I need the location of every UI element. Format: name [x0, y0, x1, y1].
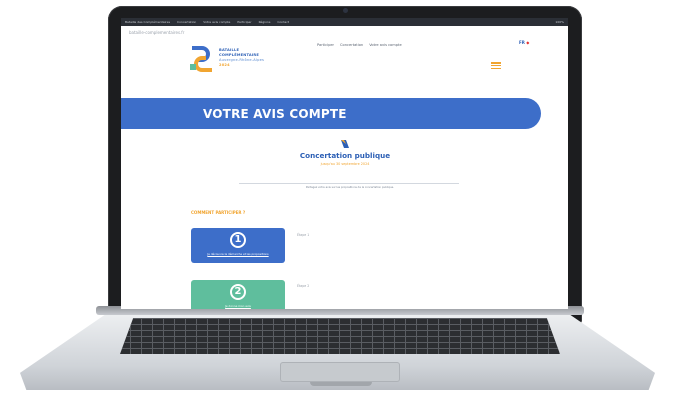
nav-link[interactable]: Participer [317, 43, 334, 47]
site-logo-icon[interactable] [188, 44, 216, 74]
step-number: 1 [230, 232, 246, 248]
diamond-icon: ◆ [526, 40, 530, 45]
laptop-trackpad [280, 362, 400, 382]
browser-tab[interactable]: Concertation [177, 20, 196, 24]
step-card-2[interactable]: 2 Je donne mon avis [191, 280, 285, 309]
step-caption-link[interactable]: Je donne mon avis [197, 304, 279, 308]
concertation-title: Concertation publique [299, 151, 391, 160]
language-label: FR [519, 40, 525, 45]
step-caption-link[interactable]: Je découvre la démarche et les propositi… [197, 252, 279, 256]
menu-icon[interactable] [491, 62, 501, 69]
step-card-1[interactable]: 1 Je découvre la démarche et les proposi… [191, 228, 285, 263]
browser-status: 100% [555, 20, 564, 24]
step-note: Étape 1 [297, 233, 310, 237]
browser-tab[interactable]: Contact [277, 20, 289, 24]
browser-tab[interactable]: Participer [237, 20, 251, 24]
webcam-icon [343, 8, 348, 13]
concertation-icon [341, 140, 349, 148]
section-label: COMMENT PARTICIPER ? [191, 210, 246, 215]
browser-tab[interactable]: Régions [259, 20, 271, 24]
browser-tab-bar: Bataille des Complémentaires Concertatio… [121, 18, 568, 26]
divider [239, 183, 459, 184]
step-number: 2 [230, 284, 246, 300]
top-nav: Participer Concertation Votre avis compt… [317, 43, 402, 47]
nav-link[interactable]: Votre avis compte [369, 43, 401, 47]
browser-tab[interactable]: Bataille des Complémentaires [125, 20, 170, 24]
browser-tab[interactable]: Votre avis compte [203, 20, 230, 24]
language-switch[interactable]: FR ◆ [519, 40, 529, 45]
laptop-keyboard [120, 318, 560, 354]
browser-tabs: Bataille des Complémentaires Concertatio… [125, 20, 295, 24]
step-note: Étape 2 [297, 284, 310, 288]
site-logo-text: BATAILLE COMPLÉMENTAIRE Auvergne-Rhône-A… [219, 48, 264, 68]
concertation-subtitle: jusqu'au 30 septembre 2024 [320, 162, 370, 166]
laptop-notch [310, 382, 372, 386]
laptop-screen: Bataille des Complémentaires Concertatio… [121, 18, 568, 309]
nav-link[interactable]: Concertation [340, 43, 363, 47]
intro-text: Partagez votre avis sur les propositions… [305, 186, 395, 189]
logo-year: 2024 [219, 63, 230, 67]
address-bar[interactable]: bataille-complementaires.fr [129, 30, 184, 35]
page-title: VOTRE AVIS COMPTE [203, 107, 347, 121]
